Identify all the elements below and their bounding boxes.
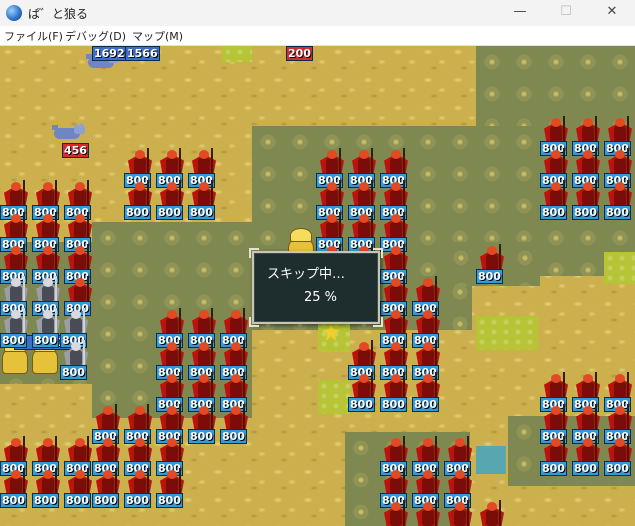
- water-tile: [476, 446, 506, 474]
- player-wolf-unit[interactable]: [52, 120, 86, 142]
- soldier-unit[interactable]: [444, 500, 476, 526]
- skip-dialog: スキップ中… 25 %: [249, 248, 383, 327]
- grass-tile: [476, 316, 538, 350]
- unit-value-label: 800: [604, 205, 631, 220]
- menu-map[interactable]: マップ(M): [132, 28, 183, 44]
- unit-value-label: 800: [572, 205, 599, 220]
- unit-value-label: 800: [32, 333, 59, 348]
- title-bar: ぱ゛と狼る — ☐ ✕: [0, 0, 635, 26]
- unit-value-label: 800: [64, 493, 91, 508]
- unit-value-label: 1692: [92, 46, 127, 61]
- unit-value-label: 800: [124, 205, 151, 220]
- window-title: ぱ゛と狼る: [28, 7, 89, 21]
- unit-value-label: 800: [220, 429, 247, 444]
- unit-value-label: 800: [188, 205, 215, 220]
- grass-tile: [222, 46, 252, 62]
- grass-tile: [318, 380, 350, 414]
- menu-debug[interactable]: デバッグ(D): [65, 28, 126, 44]
- unit-value-label: 800: [60, 365, 87, 380]
- unit-value-label: 800: [124, 493, 151, 508]
- unit-value-label: 800: [412, 397, 439, 412]
- skip-progress-percent: 25 %: [304, 290, 338, 305]
- unit-value-label: 200: [286, 46, 313, 61]
- unit-value-label: 800: [604, 461, 631, 476]
- unit-value-label: 800: [156, 493, 183, 508]
- game-map[interactable]: 1692 1566 200 456 3350 80080080080080080…: [0, 46, 635, 526]
- grass-tile: [604, 252, 635, 284]
- unit-value-label: 800: [380, 397, 407, 412]
- dialog-title: スキップ中…: [267, 267, 346, 282]
- unit-value-label: 800: [540, 205, 567, 220]
- minimize-button[interactable]: —: [497, 0, 543, 26]
- soldier-unit[interactable]: [380, 500, 412, 526]
- unit-value-label: 1566: [125, 46, 160, 61]
- unit-value-label: 800: [0, 493, 27, 508]
- unit-value-label: 800: [92, 493, 119, 508]
- maximize-button[interactable]: ☐: [543, 0, 589, 26]
- unit-value-label: 800: [156, 205, 183, 220]
- menu-bar: ファイル(F) デバッグ(D) マップ(M): [0, 26, 635, 46]
- unit-value-label: 800: [348, 397, 375, 412]
- unit-value-label: 800: [572, 461, 599, 476]
- item-icon[interactable]: [322, 323, 340, 341]
- unit-value-label: 800: [0, 333, 27, 348]
- soldier-unit[interactable]: [412, 500, 444, 526]
- menu-file[interactable]: ファイル(F): [4, 28, 63, 44]
- soldier-unit[interactable]: [476, 500, 508, 526]
- unit-value-label: 800: [32, 493, 59, 508]
- unit-value-label: 800: [188, 429, 215, 444]
- unit-value-label: 800: [476, 269, 503, 284]
- app-icon: [6, 5, 22, 21]
- player-unit-value-label: 456: [62, 143, 89, 158]
- close-button[interactable]: ✕: [589, 0, 635, 26]
- unit-value-label: 800: [540, 461, 567, 476]
